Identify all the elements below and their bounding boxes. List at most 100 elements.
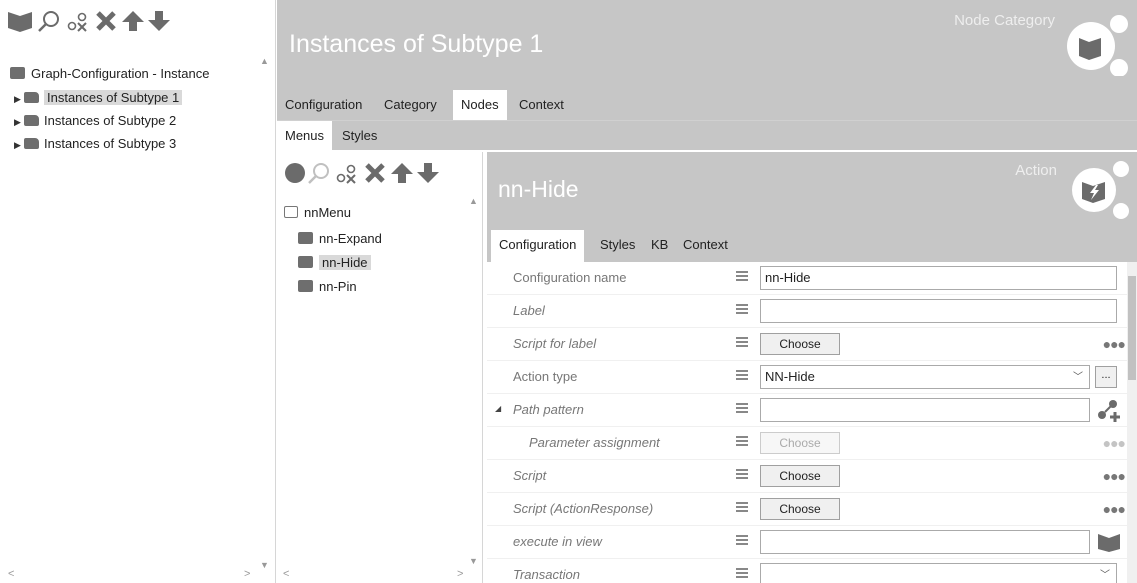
action-title: nn-Hide (498, 176, 579, 202)
menu-icon[interactable] (736, 502, 748, 512)
search-icon[interactable] (38, 11, 59, 32)
tree-item[interactable]: ▶ Instances of Subtype 2 (14, 110, 176, 132)
tree-item[interactable]: ▶ Instances of Subtype 3 (14, 133, 176, 155)
scroll-up-arrow[interactable]: ▲ (469, 196, 478, 206)
choose-button[interactable]: Choose (760, 333, 840, 355)
tree-item[interactable]: ▶ Instances of Subtype 1 (14, 87, 183, 110)
label-field[interactable] (760, 299, 1117, 323)
collapse-triangle-icon[interactable]: ◢ (495, 404, 501, 413)
instance-tree-panel: Graph-Configuration - Instance ▶ Instance… (0, 0, 276, 583)
prop-label: Script (ActionResponse) (513, 501, 654, 516)
folder-icon[interactable] (8, 12, 32, 32)
path-pattern-field[interactable] (760, 398, 1090, 422)
action-icon (298, 232, 313, 244)
execute-in-view-field[interactable] (760, 530, 1090, 554)
key-icon[interactable] (336, 164, 356, 184)
tab-configuration[interactable]: Configuration (277, 90, 370, 120)
scroll-up-arrow[interactable]: ▲ (260, 56, 269, 66)
menu-icon[interactable] (736, 271, 748, 281)
delete-icon[interactable] (96, 11, 116, 31)
arrow-down-icon[interactable] (148, 11, 170, 31)
prop-label: Configuration name (513, 270, 627, 285)
prop-row-action-type: Action type NN-Hide ﹀ ... (487, 361, 1127, 394)
choose-button[interactable]: Choose (760, 498, 840, 520)
arrow-up-icon[interactable] (391, 163, 413, 183)
arrow-down-icon[interactable] (417, 163, 439, 183)
menu-icon (284, 206, 298, 218)
scroll-down-arrow[interactable]: ▼ (260, 560, 269, 570)
menu-root-label: nnMenu (304, 205, 351, 220)
scroll-right-arrow[interactable]: > (244, 568, 250, 580)
add-path-icon[interactable] (1097, 399, 1121, 423)
main-tabbar: Configuration Category Nodes Context (277, 90, 1137, 120)
menu-item-label: nn-Hide (319, 255, 371, 270)
tab-category[interactable]: Category (376, 90, 445, 120)
action-icon (298, 256, 313, 268)
tab-menus[interactable]: Menus (277, 121, 333, 150)
menu-item[interactable]: nn-Hide (298, 252, 371, 274)
more-icon[interactable]: ●●● (1103, 469, 1126, 483)
action-type-browse-button[interactable]: ... (1095, 366, 1117, 388)
page-title: Instances of Subtype 1 (289, 30, 544, 58)
more-icon[interactable]: ●●● (1103, 502, 1126, 516)
tree-item-label: Instances of Subtype 3 (44, 136, 177, 151)
search-icon[interactable] (308, 163, 329, 184)
prop-row-parameter-assignment: Parameter assignment Choose ●●● (487, 427, 1127, 460)
folder-icon (24, 138, 39, 149)
choose-button: Choose (760, 432, 840, 454)
tab-action-styles[interactable]: Styles (592, 230, 643, 262)
action-icon (298, 280, 313, 292)
menu-icon[interactable] (736, 403, 748, 413)
menu-icon[interactable] (736, 568, 748, 578)
prop-row-script-for-label: Script for label Choose ●●● (487, 328, 1127, 361)
chevron-down-icon: ﹀ (1100, 570, 1110, 581)
menu-icon[interactable] (736, 337, 748, 347)
menu-item[interactable]: nn-Pin (298, 276, 357, 298)
tab-action-configuration[interactable]: Configuration (491, 230, 585, 262)
tab-action-kb[interactable]: KB (643, 230, 676, 262)
scrollbar-thumb[interactable] (1128, 276, 1136, 380)
tab-context[interactable]: Context (511, 90, 572, 120)
prop-label: Parameter assignment (529, 435, 660, 450)
transaction-select[interactable]: ﹀ (760, 563, 1117, 583)
menu-icon[interactable] (736, 370, 748, 380)
more-icon[interactable]: ●●● (1103, 337, 1126, 351)
menu-item[interactable]: nn-Expand (298, 228, 382, 250)
scroll-down-arrow[interactable]: ▼ (469, 556, 478, 566)
key-icon[interactable] (67, 12, 87, 32)
tree-root[interactable]: Graph-Configuration - Instance (10, 63, 209, 85)
action-icon (1072, 161, 1129, 219)
prop-row-configuration-name: Configuration name nn-Hide (487, 262, 1127, 295)
scroll-left-arrow[interactable]: < (8, 568, 14, 580)
menu-root[interactable]: nnMenu (284, 202, 351, 224)
tab-styles[interactable]: Styles (334, 121, 385, 150)
category-label: Node Category (954, 12, 1055, 29)
menu-icon[interactable] (736, 535, 748, 545)
menu-tree-panel: nnMenu nn-Expand nn-Hide nn-Pin ▲ ▼ < > (277, 152, 483, 583)
tree-item-label: Instances of Subtype 2 (44, 113, 177, 128)
scroll-left-arrow[interactable]: < (283, 568, 289, 580)
action-category-label: Action (1015, 162, 1057, 179)
tab-action-context[interactable]: Context (675, 230, 736, 262)
configuration-name-field[interactable]: nn-Hide (760, 266, 1117, 290)
prop-row-path-pattern: ◢ Path pattern (487, 394, 1127, 427)
prop-label: Transaction (513, 567, 580, 582)
arrow-up-icon[interactable] (122, 11, 144, 31)
menu-icon[interactable] (736, 436, 748, 446)
folder-icon[interactable] (1097, 532, 1121, 552)
prop-row-script-action-response: Script (ActionResponse) Choose ●●● (487, 493, 1127, 526)
more-icon: ●●● (1102, 435, 1126, 451)
circle-icon[interactable] (285, 163, 305, 183)
prop-row-transaction: Transaction ﹀ (487, 559, 1127, 583)
menu-icon[interactable] (736, 469, 748, 479)
expand-triangle-icon[interactable]: ▶ (14, 134, 24, 156)
menu-icon[interactable] (736, 304, 748, 314)
expand-triangle-icon[interactable]: ▶ (14, 111, 24, 133)
tab-nodes[interactable]: Nodes (453, 90, 507, 120)
delete-icon[interactable] (365, 163, 385, 183)
action-type-select[interactable]: NN-Hide ﹀ (760, 365, 1090, 389)
scroll-right-arrow[interactable]: > (457, 568, 463, 580)
prop-label: Path pattern (513, 402, 584, 417)
expand-triangle-icon[interactable]: ▶ (14, 88, 24, 110)
choose-button[interactable]: Choose (760, 465, 840, 487)
